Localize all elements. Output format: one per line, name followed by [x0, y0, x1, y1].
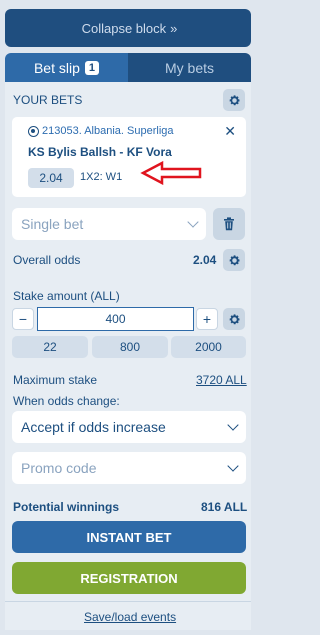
tab-bet-slip[interactable]: Bet slip 1 — [5, 53, 128, 82]
footer-divider — [5, 601, 251, 602]
your-bets-title: YOUR BETS — [13, 93, 83, 107]
event-id-text: 213053. Albania. Superliga — [42, 125, 174, 137]
chevron-down-icon — [227, 419, 239, 431]
instant-bet-button[interactable]: INSTANT BET — [12, 521, 246, 553]
chevron-down-icon — [227, 460, 239, 472]
tab-bet-slip-label: Bet slip — [33, 59, 80, 76]
red-arrow-annotation-icon — [140, 161, 202, 185]
tab-my-bets-label: My bets — [164, 59, 214, 76]
bet-mode-select[interactable]: Single bet — [12, 208, 206, 240]
odds-settings-button[interactable] — [223, 249, 245, 271]
overall-odds-label: Overall odds — [13, 253, 81, 267]
collapse-label: Collapse block — [81, 20, 167, 36]
gear-icon — [229, 254, 240, 265]
your-bets-settings-button[interactable] — [223, 89, 245, 111]
gear-icon — [229, 313, 240, 324]
stake-settings-button[interactable] — [223, 308, 245, 330]
clear-bets-button[interactable] — [213, 208, 245, 240]
chevron-down-icon — [187, 216, 199, 228]
potential-winnings-label: Potential winnings — [13, 500, 120, 514]
trash-icon — [224, 217, 234, 231]
football-icon — [28, 125, 39, 137]
bet-odds: 2.04 — [28, 168, 74, 188]
stake-decrease-button[interactable]: − — [12, 308, 34, 330]
bet-market: 1X2: W1 — [80, 171, 123, 183]
bet-card: 213053. Albania. Superliga ✕ KS Bylis Ba… — [12, 117, 246, 197]
stake-increase-button[interactable]: + — [196, 308, 218, 330]
stake-input[interactable]: 400 — [37, 307, 194, 331]
stake-value: 400 — [105, 312, 126, 326]
quick-stake-2000[interactable]: 2000 — [171, 336, 246, 358]
tab-my-bets[interactable]: My bets — [128, 53, 251, 82]
stake-label: Stake amount (ALL) — [13, 289, 120, 303]
event-header: 213053. Albania. Superliga — [28, 125, 174, 137]
registration-button[interactable]: REGISTRATION — [12, 562, 246, 594]
max-stake-label: Maximum stake — [13, 373, 98, 387]
bet-count-badge: 1 — [84, 60, 100, 75]
bet-mode-value: Single bet — [21, 216, 84, 232]
collapse-block-button[interactable]: Collapse block » — [5, 9, 251, 47]
remove-bet-button[interactable]: ✕ — [224, 123, 236, 140]
quick-stake-22[interactable]: 22 — [12, 336, 88, 358]
odds-change-label: When odds change: — [13, 394, 120, 408]
match-name: KS Bylis Ballsh - KF Vora — [28, 145, 172, 159]
promo-code-field[interactable]: Promo code — [12, 452, 246, 484]
promo-code-placeholder: Promo code — [21, 460, 97, 476]
max-stake-link[interactable]: 3720 ALL — [196, 373, 247, 387]
save-load-events-link[interactable]: Save/load events — [84, 610, 176, 624]
gear-icon — [229, 94, 240, 105]
close-icon: ✕ — [224, 123, 236, 139]
quick-stake-800[interactable]: 800 — [92, 336, 168, 358]
potential-winnings-value: 816 ALL — [201, 500, 248, 514]
odds-change-select[interactable]: Accept if odds increase — [12, 411, 246, 443]
bet-tabs: Bet slip 1 My bets — [5, 53, 251, 82]
double-chevron-right-icon: » — [170, 20, 177, 36]
odds-change-value: Accept if odds increase — [21, 419, 166, 435]
overall-odds-value: 2.04 — [193, 253, 217, 267]
